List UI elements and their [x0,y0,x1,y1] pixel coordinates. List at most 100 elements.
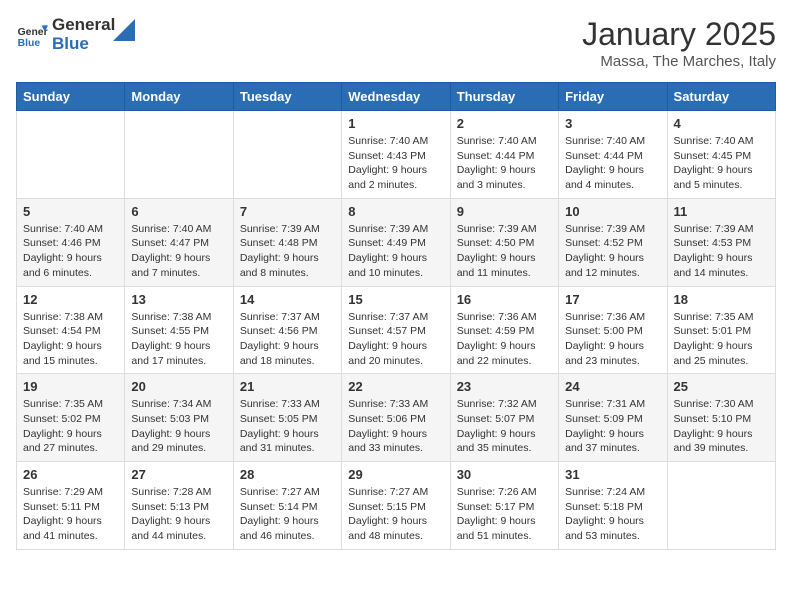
weekday-header-tuesday: Tuesday [233,83,341,111]
day-info: Sunrise: 7:39 AM Sunset: 4:53 PM Dayligh… [674,222,769,281]
day-number: 7 [240,204,335,219]
calendar-cell [667,462,775,550]
day-info: Sunrise: 7:32 AM Sunset: 5:07 PM Dayligh… [457,397,552,456]
day-number: 17 [565,292,660,307]
day-info: Sunrise: 7:37 AM Sunset: 4:56 PM Dayligh… [240,310,335,369]
day-info: Sunrise: 7:27 AM Sunset: 5:15 PM Dayligh… [348,485,443,544]
calendar-week-row: 19 Sunrise: 7:35 AM Sunset: 5:02 PM Dayli… [17,374,776,462]
calendar-cell [233,111,341,199]
day-number: 18 [674,292,769,307]
calendar-cell: 23 Sunrise: 7:32 AM Sunset: 5:07 PM Dayli… [450,374,558,462]
calendar-cell: 18 Sunrise: 7:35 AM Sunset: 5:01 PM Dayli… [667,286,775,374]
calendar-cell: 22Sunrise: 7:33 AM Sunset: 5:06 PM Dayli… [342,374,450,462]
day-number: 4 [674,116,769,131]
day-info: Sunrise: 7:40 AM Sunset: 4:43 PM Dayligh… [348,134,443,193]
day-info: Sunrise: 7:40 AM Sunset: 4:45 PM Dayligh… [674,134,769,193]
page-header: General Blue General Blue January 2025 M… [16,16,776,70]
calendar-cell: 15Sunrise: 7:37 AM Sunset: 4:57 PM Dayli… [342,286,450,374]
calendar-cell: 21 Sunrise: 7:33 AM Sunset: 5:05 PM Dayli… [233,374,341,462]
calendar-cell: 2Sunrise: 7:40 AM Sunset: 4:44 PM Daylig… [450,111,558,199]
day-number: 29 [348,467,443,482]
day-info: Sunrise: 7:24 AM Sunset: 5:18 PM Dayligh… [565,485,660,544]
day-number: 8 [348,204,443,219]
day-number: 14 [240,292,335,307]
day-info: Sunrise: 7:39 AM Sunset: 4:49 PM Dayligh… [348,222,443,281]
day-info: Sunrise: 7:26 AM Sunset: 5:17 PM Dayligh… [457,485,552,544]
logo-triangle-icon [113,19,135,41]
day-number: 20 [131,379,226,394]
calendar-cell: 13 Sunrise: 7:38 AM Sunset: 4:55 PM Dayli… [125,286,233,374]
calendar-cell: 30 Sunrise: 7:26 AM Sunset: 5:17 PM Dayli… [450,462,558,550]
day-number: 16 [457,292,552,307]
calendar-title: January 2025 [582,16,776,53]
day-info: Sunrise: 7:40 AM Sunset: 4:47 PM Dayligh… [131,222,226,281]
calendar-cell: 29 Sunrise: 7:27 AM Sunset: 5:15 PM Dayli… [342,462,450,550]
day-info: Sunrise: 7:38 AM Sunset: 4:55 PM Dayligh… [131,310,226,369]
calendar-cell [125,111,233,199]
day-info: Sunrise: 7:39 AM Sunset: 4:48 PM Dayligh… [240,222,335,281]
day-number: 25 [674,379,769,394]
day-info: Sunrise: 7:40 AM Sunset: 4:44 PM Dayligh… [457,134,552,193]
day-info: Sunrise: 7:38 AM Sunset: 4:54 PM Dayligh… [23,310,118,369]
day-number: 24 [565,379,660,394]
weekday-header-sunday: Sunday [17,83,125,111]
calendar-cell: 19 Sunrise: 7:35 AM Sunset: 5:02 PM Dayli… [17,374,125,462]
day-info: Sunrise: 7:36 AM Sunset: 4:59 PM Dayligh… [457,310,552,369]
day-info: Sunrise: 7:40 AM Sunset: 4:46 PM Dayligh… [23,222,118,281]
calendar-cell: 3 Sunrise: 7:40 AM Sunset: 4:44 PM Daylig… [559,111,667,199]
day-info: Sunrise: 7:36 AM Sunset: 5:00 PM Dayligh… [565,310,660,369]
day-number: 19 [23,379,118,394]
day-number: 31 [565,467,660,482]
day-info: Sunrise: 7:39 AM Sunset: 4:52 PM Dayligh… [565,222,660,281]
calendar-cell: 1 Sunrise: 7:40 AM Sunset: 4:43 PM Daylig… [342,111,450,199]
logo-icon: General Blue [16,19,48,51]
day-info: Sunrise: 7:35 AM Sunset: 5:02 PM Dayligh… [23,397,118,456]
day-info: Sunrise: 7:29 AM Sunset: 5:11 PM Dayligh… [23,485,118,544]
day-number: 3 [565,116,660,131]
day-info: Sunrise: 7:34 AM Sunset: 5:03 PM Dayligh… [131,397,226,456]
calendar-cell: 24 Sunrise: 7:31 AM Sunset: 5:09 PM Dayli… [559,374,667,462]
day-number: 23 [457,379,552,394]
title-block: January 2025 Massa, The Marches, Italy [582,16,776,70]
day-number: 12 [23,292,118,307]
calendar-cell: 9 Sunrise: 7:39 AM Sunset: 4:50 PM Daylig… [450,198,558,286]
day-info: Sunrise: 7:33 AM Sunset: 5:05 PM Dayligh… [240,397,335,456]
day-info: Sunrise: 7:30 AM Sunset: 5:10 PM Dayligh… [674,397,769,456]
calendar-cell: 5 Sunrise: 7:40 AM Sunset: 4:46 PM Daylig… [17,198,125,286]
calendar-cell: 28 Sunrise: 7:27 AM Sunset: 5:14 PM Dayli… [233,462,341,550]
day-info: Sunrise: 7:28 AM Sunset: 5:13 PM Dayligh… [131,485,226,544]
day-number: 5 [23,204,118,219]
calendar-cell: 25 Sunrise: 7:30 AM Sunset: 5:10 PM Dayli… [667,374,775,462]
calendar-cell: 14 Sunrise: 7:37 AM Sunset: 4:56 PM Dayli… [233,286,341,374]
calendar-cell: 4 Sunrise: 7:40 AM Sunset: 4:45 PM Daylig… [667,111,775,199]
calendar-cell: 27Sunrise: 7:28 AM Sunset: 5:13 PM Dayli… [125,462,233,550]
logo-general-text: General [52,16,115,35]
calendar-cell: 26 Sunrise: 7:29 AM Sunset: 5:11 PM Dayli… [17,462,125,550]
day-number: 26 [23,467,118,482]
day-number: 11 [674,204,769,219]
calendar-cell: 7 Sunrise: 7:39 AM Sunset: 4:48 PM Daylig… [233,198,341,286]
calendar-cell: 31 Sunrise: 7:24 AM Sunset: 5:18 PM Dayli… [559,462,667,550]
day-number: 13 [131,292,226,307]
weekday-header-saturday: Saturday [667,83,775,111]
calendar-cell: 12 Sunrise: 7:38 AM Sunset: 4:54 PM Dayli… [17,286,125,374]
logo: General Blue General Blue [16,16,135,53]
calendar-week-row: 26 Sunrise: 7:29 AM Sunset: 5:11 PM Dayli… [17,462,776,550]
day-info: Sunrise: 7:27 AM Sunset: 5:14 PM Dayligh… [240,485,335,544]
calendar-cell: 6 Sunrise: 7:40 AM Sunset: 4:47 PM Daylig… [125,198,233,286]
day-number: 28 [240,467,335,482]
day-info: Sunrise: 7:31 AM Sunset: 5:09 PM Dayligh… [565,397,660,456]
calendar-cell: 20 Sunrise: 7:34 AM Sunset: 5:03 PM Dayli… [125,374,233,462]
day-number: 15 [348,292,443,307]
day-info: Sunrise: 7:35 AM Sunset: 5:01 PM Dayligh… [674,310,769,369]
day-info: Sunrise: 7:40 AM Sunset: 4:44 PM Dayligh… [565,134,660,193]
day-info: Sunrise: 7:33 AM Sunset: 5:06 PM Dayligh… [348,397,443,456]
day-number: 9 [457,204,552,219]
calendar-location: Massa, The Marches, Italy [582,53,776,70]
day-number: 6 [131,204,226,219]
day-number: 21 [240,379,335,394]
day-number: 30 [457,467,552,482]
day-info: Sunrise: 7:39 AM Sunset: 4:50 PM Dayligh… [457,222,552,281]
day-number: 1 [348,116,443,131]
calendar-cell: 11 Sunrise: 7:39 AM Sunset: 4:53 PM Dayli… [667,198,775,286]
